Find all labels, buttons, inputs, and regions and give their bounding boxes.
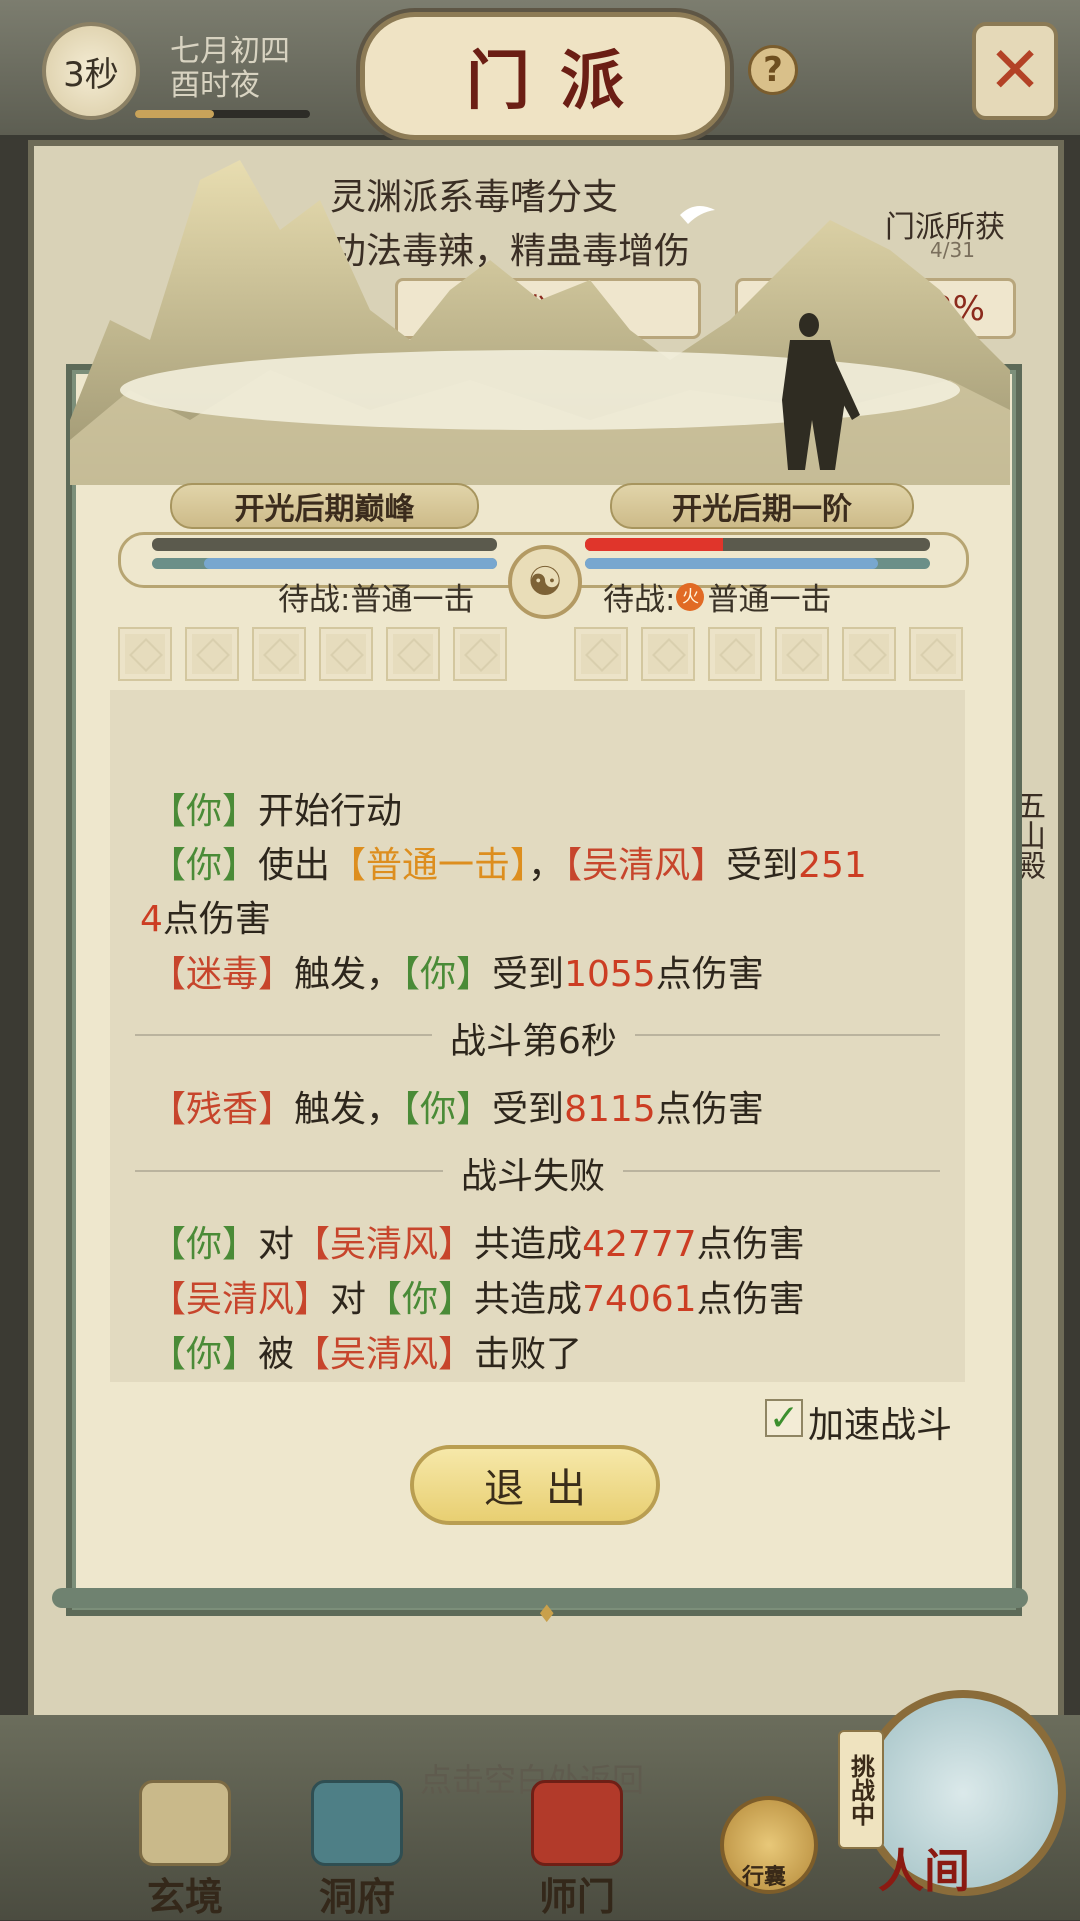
nav-item-realm[interactable]: 玄境 xyxy=(120,1780,250,1919)
enemy-realm-plaque: 开光后期一阶 xyxy=(610,483,914,529)
nav-item-master[interactable]: 师门 xyxy=(512,1780,642,1919)
log-line: 【你】对【吴清风】共造成42777点伤害 xyxy=(150,1224,805,1265)
world-label: 人间 xyxy=(878,1844,970,1898)
nav-label: 洞府 xyxy=(318,1874,395,1919)
challenging-tag: 挑战中 xyxy=(838,1730,884,1849)
log-damage: 251 xyxy=(798,845,867,886)
banner-icon xyxy=(531,1780,623,1866)
battle-result-label: 战斗失败 xyxy=(443,1147,624,1199)
player-mp-bar xyxy=(152,558,497,569)
nav-item-cave[interactable]: 洞府 xyxy=(292,1780,422,1919)
log-actor: 【你】 xyxy=(150,791,259,832)
player-realm-plaque: 开光后期巅峰 xyxy=(170,483,479,529)
enemy-stance-prefix: 待战: xyxy=(603,582,676,618)
player-buff-slot xyxy=(252,627,306,681)
checkmark-icon: ✓ xyxy=(768,1397,800,1439)
yinyang-emblem-icon: ☯ xyxy=(508,545,582,619)
enemy-stance-skill: 普通一击 xyxy=(707,582,832,618)
log-line: 【你】开始行动 xyxy=(150,791,403,832)
exit-button[interactable]: 退出 xyxy=(410,1445,660,1525)
crane-bird xyxy=(680,206,715,224)
enemy-mp-bar xyxy=(585,558,930,569)
player-buff-slot xyxy=(453,627,507,681)
scroll-pin-icon: ♦ xyxy=(536,1600,558,1628)
log-line: 【你】使出【普通一击】，【吴清风】受到251 xyxy=(150,845,867,886)
player-buff-slot xyxy=(185,627,239,681)
fire-element-icon: 火 xyxy=(676,582,705,611)
help-button[interactable]: ? xyxy=(748,45,798,95)
speed-battle-checkbox[interactable]: ✓ xyxy=(765,1397,803,1439)
player-buff-slot xyxy=(118,627,172,681)
bag-label: 行囊 xyxy=(742,1864,787,1890)
log-line: 【吴清风】对【你】共造成74061点伤害 xyxy=(150,1279,805,1320)
enemy-buff-slot xyxy=(574,627,628,681)
player-stance: 待战:普通一击 xyxy=(278,582,475,618)
enemy-buff-slot xyxy=(708,627,762,681)
close-button[interactable]: ✕ xyxy=(972,22,1058,120)
enemy-hp-bar xyxy=(585,538,930,551)
time-of-day: 酉时夜 xyxy=(170,68,260,103)
scroll-map-icon xyxy=(139,1780,231,1866)
battle-second-label: 战斗第6秒 xyxy=(432,1012,635,1064)
log-line: 【迷毒】触发，【你】受到1055点伤害 xyxy=(150,954,764,995)
enemy-buff-slot xyxy=(842,627,896,681)
player-buff-slot xyxy=(386,627,440,681)
log-skill: 【普通一击】 xyxy=(330,845,529,886)
enemy-buff-slot xyxy=(775,627,829,681)
log-line: 【你】被【吴清风】击败了 xyxy=(150,1334,583,1375)
enemy-buff-slot xyxy=(909,627,963,681)
player-buff-slot xyxy=(319,627,373,681)
timer-badge: 3秒 xyxy=(42,22,140,120)
player-hp-bar xyxy=(152,538,497,551)
speed-battle-label[interactable]: 加速战斗 xyxy=(808,1396,952,1448)
nav-label: 玄境 xyxy=(146,1874,223,1919)
page-title: 门派 xyxy=(466,44,654,119)
enemy-stance: 待战: 火普通一击 xyxy=(603,574,831,619)
log-line: 【残香】触发，【你】受到8115点伤害 xyxy=(150,1089,764,1130)
log-line: 4点伤害 xyxy=(140,899,271,940)
close-icon: ✕ xyxy=(988,34,1042,108)
nav-label: 师门 xyxy=(538,1874,615,1919)
mountain-scene-art xyxy=(70,160,1010,485)
day-progress-bar xyxy=(135,110,310,118)
title-plaque: 门派 xyxy=(360,12,730,140)
pavilion-icon xyxy=(311,1780,403,1866)
enemy-buff-slot xyxy=(641,627,695,681)
